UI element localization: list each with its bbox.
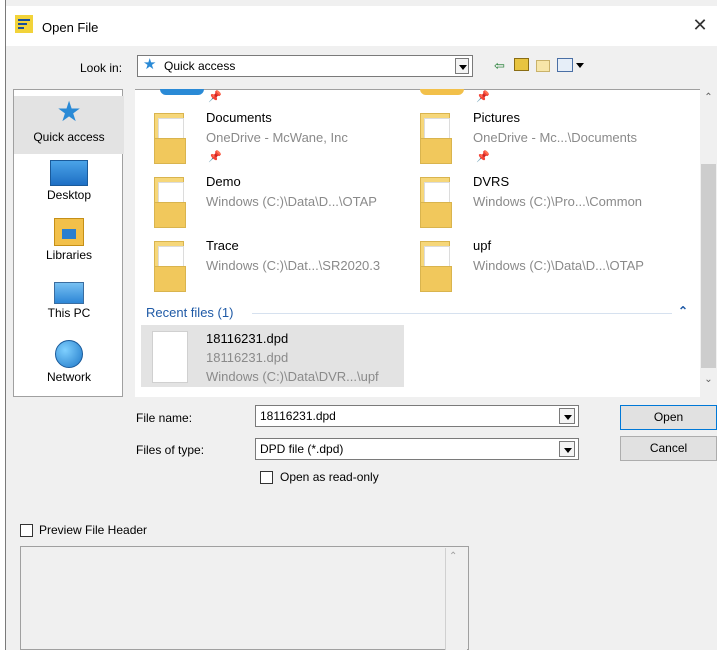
star-icon: ★ xyxy=(56,96,82,127)
folder-icon[interactable] xyxy=(154,177,186,228)
item-location: Windows (C:)\Data\D...\OTAP xyxy=(206,194,377,209)
pin-icon: 📌 xyxy=(476,151,490,163)
new-folder-icon[interactable] xyxy=(536,60,550,72)
item-name[interactable]: Documents xyxy=(206,110,272,125)
pin-icon: 📌 xyxy=(208,151,222,163)
item-location: OneDrive - McWane, Inc xyxy=(206,130,348,145)
chevron-down-icon[interactable] xyxy=(576,63,584,68)
file-type-dropdown[interactable]: DPD file (*.dpd) xyxy=(255,438,579,460)
file-type-label: Files of type: xyxy=(136,443,205,457)
item-name[interactable]: Trace xyxy=(206,238,239,253)
chevron-up-icon[interactable]: ⌃ xyxy=(701,92,716,106)
item-name[interactable]: Demo xyxy=(206,174,241,189)
scrollbar-thumb[interactable] xyxy=(701,164,716,368)
item-name[interactable]: upf xyxy=(473,238,491,253)
preview-header-label[interactable]: Preview File Header xyxy=(39,523,147,537)
item-name[interactable]: DVRS xyxy=(473,174,509,189)
open-button[interactable]: Open xyxy=(620,405,717,430)
network-icon xyxy=(55,340,83,368)
preview-scrollbar[interactable] xyxy=(445,548,467,650)
back-arrow-icon[interactable]: ⇦ xyxy=(494,58,505,74)
places-bar: ★ Quick access Desktop Libraries This PC… xyxy=(13,89,124,397)
read-only-checkbox[interactable] xyxy=(260,471,273,484)
cancel-button[interactable]: Cancel xyxy=(620,436,717,461)
pictures-folder-icon[interactable] xyxy=(420,113,452,164)
recent-files-header[interactable]: Recent files (1) xyxy=(146,305,233,320)
chevron-down-icon[interactable]: ⌄ xyxy=(701,374,716,388)
item-type: 18116231.dpd xyxy=(206,350,289,365)
desktop-icon xyxy=(50,160,88,186)
place-label: Quick access xyxy=(33,130,105,144)
preview-textarea[interactable] xyxy=(20,546,469,650)
preview-header-checkbox[interactable] xyxy=(20,524,33,537)
place-label: Network xyxy=(46,370,91,384)
computer-icon xyxy=(54,282,84,304)
up-folder-icon[interactable] xyxy=(514,58,529,71)
pin-icon: 📌 xyxy=(476,91,490,103)
window-title: Open File xyxy=(42,20,99,35)
close-icon[interactable]: ✕ xyxy=(686,10,714,40)
item-name[interactable]: Pictures xyxy=(473,110,520,125)
place-label: This PC xyxy=(47,306,91,320)
place-quick-access[interactable]: ★ Quick access xyxy=(14,96,124,154)
chevron-up-icon[interactable]: ⌃ xyxy=(449,551,457,562)
place-label: Desktop xyxy=(46,188,92,202)
place-libraries[interactable]: Libraries xyxy=(14,218,124,262)
read-only-label[interactable]: Open as read-only xyxy=(280,470,379,484)
folder-icon[interactable] xyxy=(420,177,452,228)
chevron-down-icon[interactable] xyxy=(559,441,575,457)
app-icon xyxy=(15,15,33,33)
folder-icon[interactable] xyxy=(154,241,186,292)
chevron-down-icon[interactable] xyxy=(559,408,575,424)
file-name-label: File name: xyxy=(136,411,193,425)
star-icon: ★ xyxy=(143,56,157,73)
look-in-label: Look in: xyxy=(80,61,123,75)
documents-folder-icon[interactable] xyxy=(154,113,186,164)
view-menu-icon[interactable] xyxy=(557,58,573,72)
folder-icon[interactable] xyxy=(420,241,452,292)
place-network[interactable]: Network xyxy=(14,340,124,384)
item-location: Windows (C:)\Pro...\Common xyxy=(473,194,643,209)
item-name[interactable]: 18116231.dpd xyxy=(206,331,288,346)
partial-item-icon xyxy=(160,89,204,95)
item-location: Windows (C:)\Data\DVR...\upf xyxy=(206,369,379,384)
pin-icon: 📌 xyxy=(208,91,222,103)
chevron-down-icon[interactable] xyxy=(455,58,469,74)
document-icon xyxy=(152,331,188,383)
item-location: Windows (C:)\Data\D...\OTAP xyxy=(473,258,644,273)
section-divider xyxy=(252,313,672,314)
place-this-pc[interactable]: This PC xyxy=(14,278,124,320)
partial-item-icon xyxy=(420,89,464,95)
chevron-up-icon[interactable]: ⌃ xyxy=(678,304,688,318)
place-desktop[interactable]: Desktop xyxy=(14,160,124,202)
look-in-value: Quick access xyxy=(164,59,236,73)
libraries-icon xyxy=(54,218,84,246)
title-bar xyxy=(6,6,717,46)
file-name-input[interactable]: 18116231.dpd xyxy=(255,405,579,427)
place-label: Libraries xyxy=(45,248,93,262)
item-location: OneDrive - Mc...\Documents xyxy=(473,130,637,145)
item-location: Windows (C:)\Dat...\SR2020.3 xyxy=(206,258,381,273)
